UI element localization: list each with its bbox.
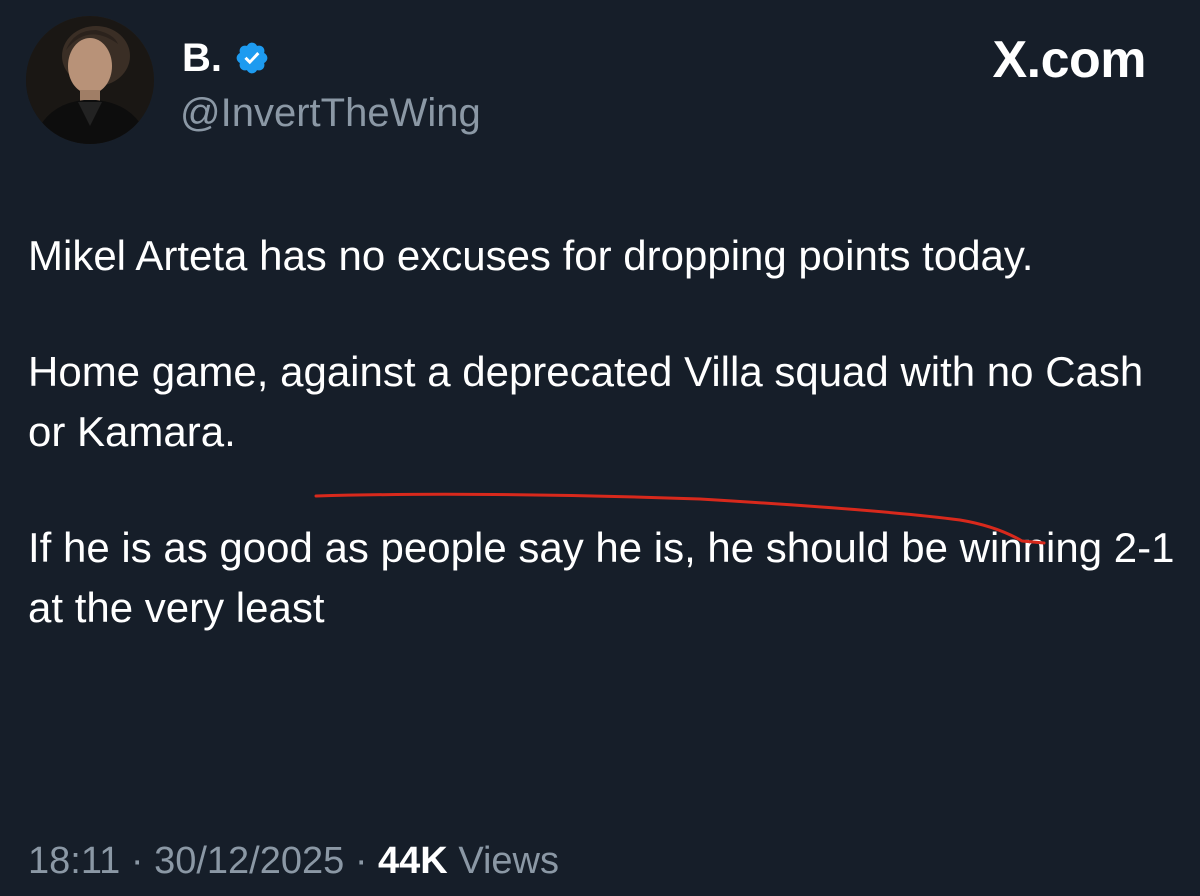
tweet-body: Mikel Arteta has no excuses for dropping… bbox=[28, 226, 1178, 694]
avatar-photo bbox=[26, 16, 154, 144]
tweet-paragraph: Mikel Arteta has no excuses for dropping… bbox=[28, 232, 1034, 279]
tweet-paragraph: Home game, against a deprecated Villa sq… bbox=[28, 348, 1144, 455]
tweet-time[interactable]: 18:11 bbox=[28, 840, 120, 882]
views-count[interactable]: 44K bbox=[378, 840, 448, 882]
tweet-card: B. @InvertTheWing X.com Mikel Arteta has… bbox=[0, 0, 1200, 896]
user-handle[interactable]: @InvertTheWing bbox=[180, 90, 481, 136]
views-label: Views bbox=[458, 840, 559, 882]
display-name[interactable]: B. bbox=[182, 36, 222, 80]
verified-badge-icon bbox=[236, 42, 268, 74]
tweet-meta: 18:11 · 30/12/2025 · 44K Views bbox=[28, 838, 559, 884]
meta-separator: · bbox=[354, 840, 368, 882]
tweet-paragraph: If he is as good as people say he is, he… bbox=[28, 524, 1175, 631]
avatar[interactable] bbox=[26, 16, 154, 144]
meta-separator: · bbox=[130, 840, 144, 882]
site-watermark: X.com bbox=[992, 31, 1146, 89]
tweet-date[interactable]: 30/12/2025 bbox=[154, 840, 344, 882]
